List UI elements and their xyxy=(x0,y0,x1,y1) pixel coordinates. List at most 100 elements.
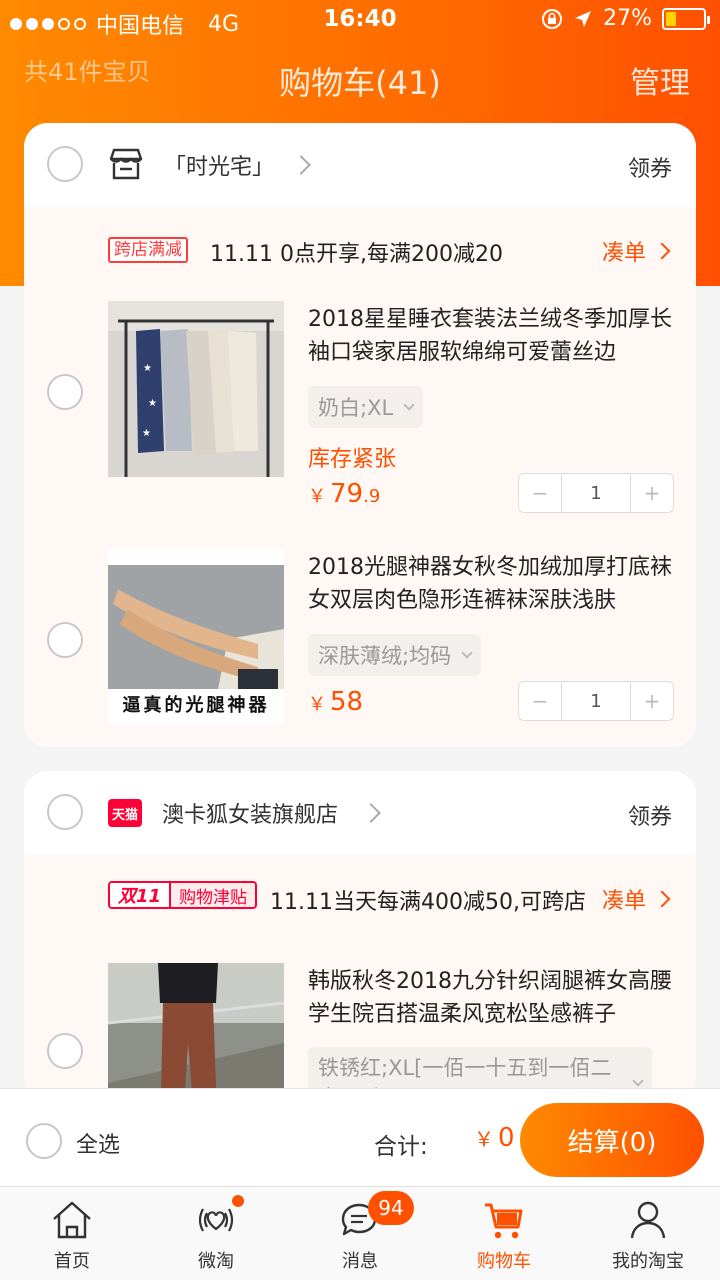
promo-tag: 跨店满减 xyxy=(108,237,188,263)
price-decimal: .9 xyxy=(363,486,381,507)
shop-header: 「时光宅」 领券 xyxy=(24,123,696,207)
price-currency: ￥ xyxy=(308,486,326,507)
tab-cart[interactable]: 购物车 xyxy=(432,1187,576,1280)
tab-weitao[interactable]: 微淘 xyxy=(144,1187,288,1280)
status-bar: 中国电信 4G 16:40 27% xyxy=(0,0,720,40)
sku-selector[interactable]: 奶白;XL xyxy=(308,386,424,428)
page-title: 购物车(41) xyxy=(279,64,441,102)
checkout-bar: 全选 合计: ￥ 0 结算(0) xyxy=(0,1088,720,1186)
combine-order-link[interactable]: 凑单 xyxy=(601,883,671,915)
cart-item: 韩版秋冬2018九分针织阔腿裤女高腰学生院百搭温柔风宽松坠感裤子 铁锈红;XL[… xyxy=(24,949,696,1101)
tab-bar: 首页 微淘 94 消息 购物车 我的淘宝 xyxy=(0,1186,720,1280)
cart-icon xyxy=(485,1203,523,1239)
page-header: 共41件宝贝 购物车(41) 管理 xyxy=(0,40,720,122)
increase-button[interactable]: + xyxy=(631,682,673,720)
quantity-value[interactable]: 1 xyxy=(561,474,631,512)
total-label: 合计: xyxy=(374,1134,428,1160)
location-icon xyxy=(575,10,592,27)
chevron-right-icon[interactable] xyxy=(361,803,381,823)
rotation-lock-icon xyxy=(542,8,563,29)
item-price: ￥ 58 xyxy=(308,687,363,717)
notification-dot xyxy=(230,1193,246,1209)
total-currency: ￥ xyxy=(474,1127,494,1151)
tab-label: 消息 xyxy=(342,1251,378,1272)
item-title[interactable]: 韩版秋冬2018九分针织阔腿裤女高腰学生院百搭温柔风宽松坠感裤子 xyxy=(308,965,680,1031)
allowance-label: 购物津贴 xyxy=(169,883,256,907)
tmall-badge: 天猫 xyxy=(108,799,142,827)
promo-row: 双11 购物津贴 11.11当天每满400减50,可跨店 凑单 xyxy=(24,855,696,939)
item-select-checkbox[interactable] xyxy=(47,622,83,658)
home-icon xyxy=(53,1201,91,1239)
chevron-down-icon xyxy=(461,647,473,659)
product-image-pajamas[interactable]: ★ ★ ★ xyxy=(108,301,284,477)
shop-select-checkbox[interactable] xyxy=(47,146,83,182)
combine-label: 凑单 xyxy=(601,241,646,266)
shop-card: 天猫 澳卡狐女装旗舰店 领券 双11 购物津贴 11.11当天每满400减50,… xyxy=(24,771,696,1101)
combine-label: 凑单 xyxy=(601,889,646,914)
quantity-stepper: − 1 + xyxy=(518,681,674,721)
chevron-right-icon xyxy=(653,890,671,908)
image-caption: 逼真的光腿神器 xyxy=(122,695,270,716)
shop-card: 「时光宅」 领券 跨店满减 11.11 0点开享,每满200减20 凑单 ★ ★… xyxy=(24,123,696,747)
settle-button[interactable]: 结算(0) xyxy=(520,1103,704,1177)
combine-order-link[interactable]: 凑单 xyxy=(601,235,671,267)
item-price: ￥ 79.9 xyxy=(308,479,380,509)
price-integer: 58 xyxy=(330,687,364,717)
item-title[interactable]: 2018星星睡衣套装法兰绒冬季加厚长袖口袋家居服软绵绵可爱蕾丝边 xyxy=(308,303,680,369)
shop-select-checkbox[interactable] xyxy=(47,794,83,830)
chevron-right-icon[interactable] xyxy=(291,155,311,175)
manage-button[interactable]: 管理 xyxy=(630,58,690,102)
total-value: 0 xyxy=(498,1123,515,1153)
battery-icon xyxy=(662,7,710,30)
tab-home[interactable]: 首页 xyxy=(0,1187,144,1280)
profile-icon xyxy=(630,1201,666,1239)
item-select-checkbox[interactable] xyxy=(47,1033,83,1069)
promo-text: 11.11当天每满400减50,可跨店 xyxy=(270,890,586,915)
select-all-label[interactable]: 全选 xyxy=(76,1127,120,1159)
cart-item: 逼真的光腿神器 2018光腿神器女秋冬加绒加厚打底袜女双层肉色隐形连裤袜深肤浅肤… xyxy=(24,549,696,747)
coupon-button[interactable]: 领券 xyxy=(628,799,672,831)
battery-percent: 27% xyxy=(603,6,652,31)
promo-row: 跨店满减 11.11 0点开享,每满200减20 凑单 xyxy=(24,207,696,291)
product-image-pants[interactable] xyxy=(108,963,284,1101)
shop-header: 天猫 澳卡狐女装旗舰店 领券 xyxy=(24,771,696,855)
shop-name[interactable]: 「时光宅」 xyxy=(164,149,274,181)
double11-tag: 双11 购物津贴 xyxy=(108,881,258,909)
tab-label: 我的淘宝 xyxy=(612,1251,684,1272)
price-integer: 79 xyxy=(330,479,364,509)
quantity-value[interactable]: 1 xyxy=(561,682,631,720)
chevron-down-icon xyxy=(403,399,415,411)
cart-item: ★ ★ ★ 2018星星睡衣套装法兰绒冬季加厚长袖口袋家居服软绵绵可爱蕾丝边 奶… xyxy=(24,301,696,513)
chevron-down-icon xyxy=(632,1075,644,1087)
tab-label: 微淘 xyxy=(198,1251,234,1272)
tab-profile[interactable]: 我的淘宝 xyxy=(576,1187,720,1280)
stock-warning: 库存紧张 xyxy=(308,447,397,472)
price-currency: ￥ xyxy=(308,694,326,715)
message-count-badge: 94 xyxy=(368,1191,414,1225)
shop-content: 跨店满减 11.11 0点开享,每满200减20 凑单 ★ ★ ★ 2018星星… xyxy=(24,207,696,747)
svg-text:★: ★ xyxy=(143,363,152,374)
tab-label: 首页 xyxy=(54,1251,90,1272)
tab-messages[interactable]: 94 消息 xyxy=(288,1187,432,1280)
sku-selector[interactable]: 深肤薄绒;均码 xyxy=(308,634,482,676)
shop-name[interactable]: 澳卡狐女装旗舰店 xyxy=(162,797,338,829)
status-right: 27% xyxy=(541,6,710,31)
sku-label: 奶白;XL xyxy=(318,396,394,420)
product-image-tights[interactable]: 逼真的光腿神器 xyxy=(108,549,284,725)
item-select-checkbox[interactable] xyxy=(47,374,83,410)
chevron-right-icon xyxy=(653,242,671,260)
item-title[interactable]: 2018光腿神器女秋冬加绒加厚打底袜女双层肉色隐形连裤袜深肤浅肤 xyxy=(308,551,680,617)
decrease-button[interactable]: − xyxy=(519,474,561,512)
coupon-button[interactable]: 领券 xyxy=(628,151,672,183)
promo-text: 11.11 0点开享,每满200减20 xyxy=(210,242,503,267)
decrease-button[interactable]: − xyxy=(519,682,561,720)
increase-button[interactable]: + xyxy=(631,474,673,512)
store-icon xyxy=(109,148,143,180)
quantity-stepper: − 1 + xyxy=(518,473,674,513)
select-all-checkbox[interactable] xyxy=(26,1123,62,1159)
pajamas-photo: ★ ★ ★ xyxy=(108,301,284,477)
sku-label: 深肤薄绒;均码 xyxy=(318,644,452,668)
tab-label: 购物车 xyxy=(477,1251,531,1272)
total-amount: ￥ 0 xyxy=(474,1123,515,1153)
shop-content: 双11 购物津贴 11.11当天每满400减50,可跨店 凑单 韩版秋冬2018… xyxy=(24,855,696,1101)
